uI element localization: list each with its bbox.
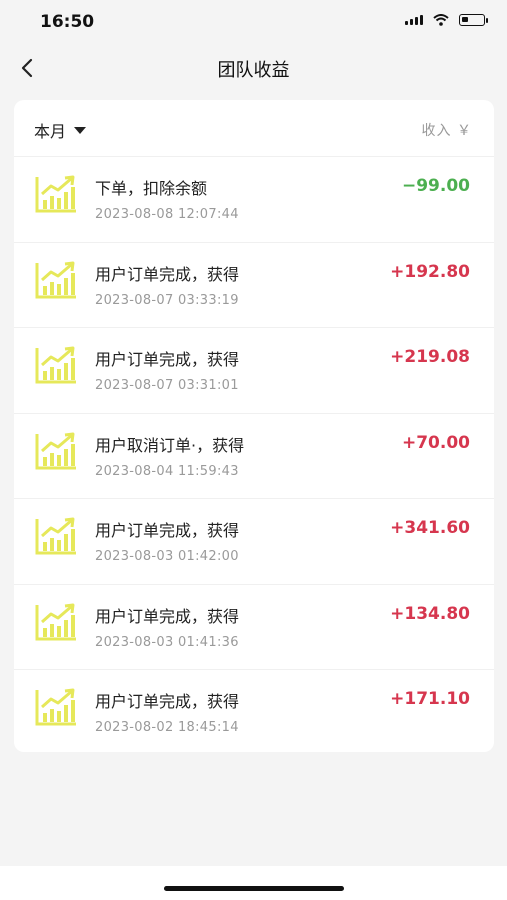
row-amount: +341.60: [390, 518, 470, 538]
status-time: 16:50: [40, 12, 95, 32]
row-title: 用户取消订单·，获得: [95, 435, 245, 455]
home-bar-area: [0, 866, 507, 900]
row-timestamp: 2023-08-07 03:33:19: [95, 292, 239, 308]
row-timestamp: 2023-08-03 01:42:00: [95, 549, 239, 564]
row-title: 用户订单完成，获得: [95, 264, 240, 284]
trend-chart-icon: [34, 174, 78, 214]
row-amount: +134.80: [390, 603, 470, 624]
trend-chart-icon: [34, 345, 78, 385]
trend-chart-icon: [34, 687, 78, 727]
row-timestamp: 2023-08-08 12:07:44: [95, 207, 239, 222]
income-column-label: 收入 ￥: [421, 123, 472, 139]
earnings-row[interactable]: 用户订单完成，获得 2023-08-07 03:33:19 +192.80: [14, 241, 494, 328]
earnings-row[interactable]: 用户订单完成，获得 2023-08-07 03:31:01 +219.08: [14, 327, 494, 413]
row-timestamp: 2023-08-07 03:31:01: [95, 378, 239, 393]
earnings-row[interactable]: 下单，扣除余额 2023-08-08 12:07:44 −99.00: [14, 156, 494, 242]
earnings-row[interactable]: 用户订单完成，获得 2023-08-03 01:41:36 +134.80: [14, 583, 494, 670]
trend-chart-icon: [34, 260, 78, 300]
earnings-row[interactable]: 用户订单完成，获得 2023-08-02 18:45:14 +171.10: [14, 669, 494, 752]
earnings-row[interactable]: 用户订单完成，获得 2023-08-03 01:42:00 +341.60: [14, 498, 494, 584]
status-icons: [405, 14, 488, 26]
card-header: 本月 收入 ￥: [14, 100, 494, 156]
row-amount: +192.80: [390, 261, 470, 282]
row-title: 用户订单完成，获得: [95, 350, 240, 369]
home-indicator[interactable]: [164, 886, 344, 891]
period-filter-label: 本月: [34, 122, 67, 141]
row-amount: +70.00: [401, 432, 470, 453]
trend-chart-icon: [34, 431, 78, 471]
status-bar: 16:50: [0, 0, 507, 44]
row-amount: −99.00: [401, 176, 470, 196]
row-amount: +219.08: [390, 347, 470, 367]
row-title: 用户订单完成，获得: [95, 521, 240, 540]
cellular-signal-icon: [405, 15, 423, 25]
row-timestamp: 2023-08-03 01:41:36: [95, 634, 239, 650]
earnings-row[interactable]: 用户取消订单·，获得 2023-08-04 11:59:43 +70.00: [14, 412, 494, 499]
row-amount: +171.10: [390, 689, 470, 709]
row-timestamp: 2023-08-04 11:59:43: [95, 463, 239, 479]
row-title: 用户订单完成，获得: [95, 606, 240, 626]
caret-down-icon: [74, 126, 87, 134]
wifi-icon: [433, 14, 449, 26]
period-filter-dropdown[interactable]: 本月: [34, 118, 87, 142]
trend-chart-icon: [34, 516, 78, 556]
battery-icon: [459, 14, 488, 26]
row-title: 用户订单完成，获得: [95, 692, 240, 711]
earnings-list: 下单，扣除余额 2023-08-08 12:07:44 −99.00 用户订单完…: [14, 156, 494, 752]
earnings-card: 本月 收入 ￥ 下单，扣除余额 2023-08-08 12:07:44 −99.…: [14, 100, 494, 752]
row-timestamp: 2023-08-02 18:45:14: [95, 720, 239, 735]
page-title: 团队收益: [217, 60, 290, 81]
row-title: 下单，扣除余额: [95, 179, 208, 198]
trend-chart-icon: [34, 602, 78, 642]
navigation-bar: 团队收益: [0, 44, 507, 92]
